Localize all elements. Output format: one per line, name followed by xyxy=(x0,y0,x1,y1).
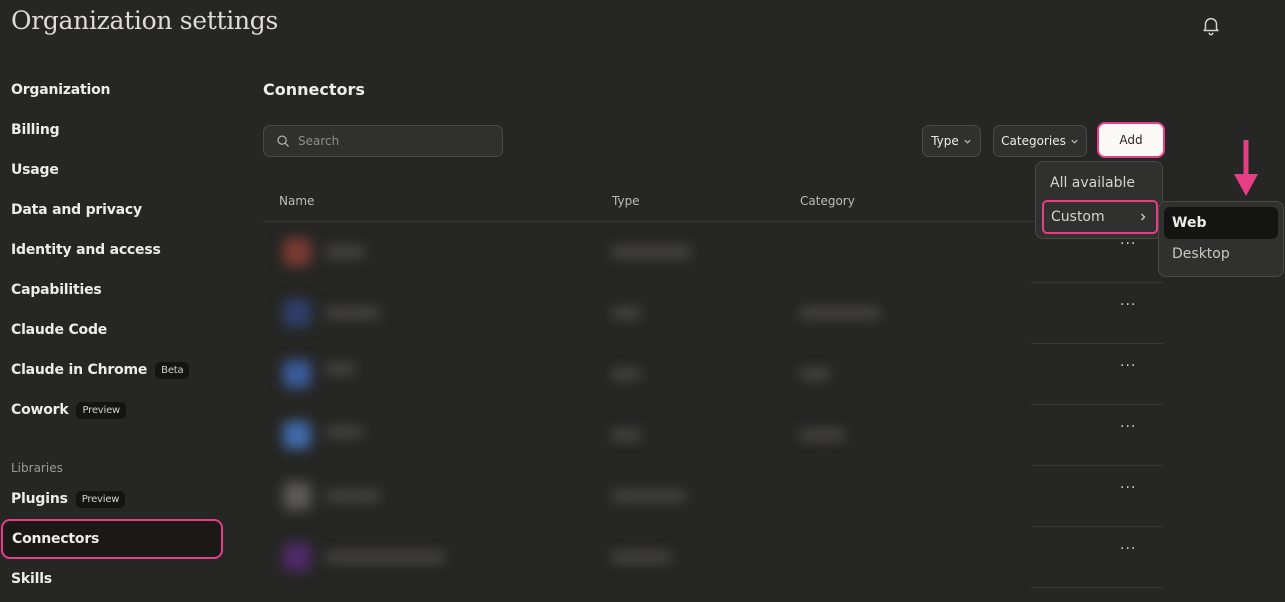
sidebar-item-organization[interactable]: Organization xyxy=(0,70,222,110)
blurred-row-content xyxy=(263,283,1031,344)
row-actions-button[interactable]: ··· xyxy=(1120,419,1136,435)
sidebar-item-connectors[interactable]: Connectors xyxy=(1,519,223,559)
page: Organization settings Organization Billi… xyxy=(0,0,1285,602)
bell-icon[interactable] xyxy=(1200,14,1222,36)
custom-submenu: Web Desktop xyxy=(1158,201,1284,277)
table-row[interactable]: ··· xyxy=(263,283,1163,344)
menu-item-custom[interactable]: Custom xyxy=(1042,200,1158,234)
sidebar-item-cowork[interactable]: Cowork Preview xyxy=(0,390,222,430)
table-row[interactable]: ··· xyxy=(263,527,1163,588)
section-title: Connectors xyxy=(263,80,365,99)
add-button[interactable]: Add xyxy=(1097,122,1165,158)
preview-badge: Preview xyxy=(75,490,126,508)
add-dropdown-menu: All available Custom xyxy=(1035,161,1163,239)
column-header-type[interactable]: Type xyxy=(612,194,640,208)
search-input[interactable] xyxy=(298,134,498,148)
blurred-row-content xyxy=(263,222,1031,283)
sidebar-item-capabilities[interactable]: Capabilities xyxy=(0,270,222,310)
column-header-name[interactable]: Name xyxy=(279,194,314,208)
chevron-down-icon xyxy=(1071,139,1078,144)
row-actions-button[interactable]: ··· xyxy=(1120,541,1136,557)
categories-filter-button[interactable]: Categories xyxy=(993,125,1087,157)
table-row[interactable]: ··· xyxy=(263,344,1163,405)
table-row[interactable]: ··· xyxy=(263,222,1163,283)
sidebar-item-claude-code[interactable]: Claude Code xyxy=(0,310,222,350)
arrow-down-icon xyxy=(1234,140,1258,196)
sidebar-item-identity-access[interactable]: Identity and access xyxy=(0,230,222,270)
sidebar-item-billing[interactable]: Billing xyxy=(0,110,222,150)
row-divider xyxy=(1031,587,1163,588)
search-icon xyxy=(277,135,289,147)
preview-badge: Preview xyxy=(76,401,126,419)
row-actions-button[interactable]: ··· xyxy=(1120,358,1136,374)
blurred-row-content xyxy=(263,344,1031,405)
blurred-row-content xyxy=(263,527,1031,588)
sidebar-item-data-privacy[interactable]: Data and privacy xyxy=(0,190,222,230)
row-actions-button[interactable]: ··· xyxy=(1120,480,1136,496)
submenu-item-desktop[interactable]: Desktop xyxy=(1172,246,1230,262)
table-row[interactable]: ··· xyxy=(263,466,1163,527)
menu-item-all-available[interactable]: All available xyxy=(1050,175,1135,191)
sidebar-item-plugins[interactable]: Plugins Preview xyxy=(0,479,222,519)
beta-badge: Beta xyxy=(155,361,190,379)
sidebar-item-usage[interactable]: Usage xyxy=(0,150,222,190)
sidebar-item-skills[interactable]: Skills xyxy=(0,559,222,599)
libraries-section-label: Libraries xyxy=(11,461,63,475)
blurred-row-content xyxy=(263,405,1031,466)
sidebar-item-claude-in-chrome[interactable]: Claude in Chrome Beta xyxy=(0,350,222,390)
search-box[interactable] xyxy=(263,125,503,157)
chevron-right-icon xyxy=(1141,213,1146,221)
page-title: Organization settings xyxy=(11,6,279,35)
column-header-category[interactable]: Category xyxy=(800,194,855,208)
type-filter-button[interactable]: Type xyxy=(922,125,981,157)
row-actions-button[interactable]: ··· xyxy=(1120,297,1136,313)
table-row[interactable]: ··· xyxy=(263,405,1163,466)
blurred-row-content xyxy=(263,466,1031,527)
chevron-down-icon xyxy=(964,139,971,144)
submenu-item-web[interactable]: Web xyxy=(1164,207,1278,239)
